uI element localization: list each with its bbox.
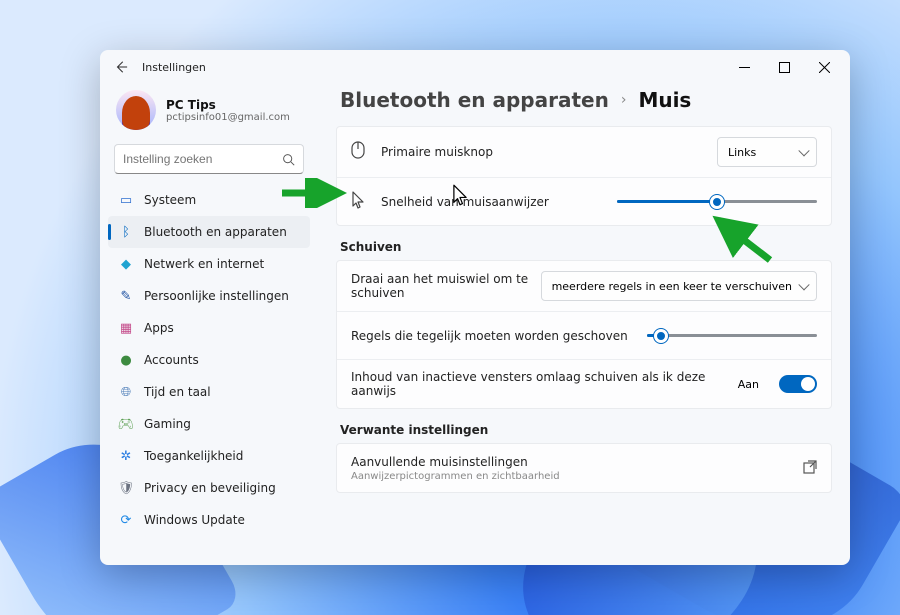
sidebar-item-accessibility[interactable]: ✲Toegankelijkheid — [108, 440, 310, 472]
open-external-icon — [803, 459, 817, 478]
row-pointer-speed: Snelheid van muisaanwijzer — [337, 177, 831, 225]
titlebar: Instellingen — [100, 50, 850, 84]
search-box[interactable] — [114, 144, 304, 174]
brush-icon: ✎ — [118, 288, 134, 304]
breadcrumb: Bluetooth en apparaten › Muis — [336, 88, 832, 112]
sidebar: PC Tips pctipsinfo01@gmail.com ▭Systeem … — [100, 84, 318, 565]
user-name: PC Tips — [166, 98, 290, 112]
profile[interactable]: PC Tips pctipsinfo01@gmail.com — [108, 84, 310, 144]
search-icon — [282, 153, 295, 166]
shield-icon: 🛡︎ — [118, 480, 134, 496]
back-button[interactable] — [110, 56, 132, 78]
sidebar-item-time[interactable]: 🌐︎Tijd en taal — [108, 376, 310, 408]
window-title: Instellingen — [142, 61, 206, 74]
sidebar-item-privacy[interactable]: 🛡︎Privacy en beveiliging — [108, 472, 310, 504]
sidebar-item-bluetooth[interactable]: ᛒBluetooth en apparaten — [108, 216, 310, 248]
row-inactive-scroll: Inhoud van inactieve vensters omlaag sch… — [337, 359, 831, 408]
bluetooth-icon: ᛒ — [118, 224, 134, 240]
primary-button-dropdown[interactable]: Links — [717, 137, 817, 167]
update-icon: ⟳ — [118, 512, 134, 528]
sidebar-item-accounts[interactable]: ●Accounts — [108, 344, 310, 376]
section-related: Verwante instellingen — [340, 423, 832, 437]
person-icon: ● — [118, 352, 134, 368]
scroll-mode-dropdown[interactable]: meerdere regels in een keer te verschuiv… — [541, 271, 817, 301]
wifi-icon: ◆ — [118, 256, 134, 272]
section-scrolling: Schuiven — [340, 240, 832, 254]
settings-window: Instellingen PC Tips pctipsinfo01@gmail.… — [100, 50, 850, 565]
search-input[interactable] — [123, 152, 282, 166]
scroll-lines-slider[interactable] — [647, 328, 817, 344]
row-scroll-mode: Draai aan het muiswiel om te schuiven me… — [337, 261, 831, 311]
sidebar-item-network[interactable]: ◆Netwerk en internet — [108, 248, 310, 280]
globe-icon: 🌐︎ — [118, 384, 134, 400]
avatar — [116, 90, 156, 130]
row-primary-button: Primaire muisknop Links — [337, 127, 831, 177]
gamepad-icon: 🎮︎ — [118, 416, 134, 432]
row-additional-settings[interactable]: Aanvullende muisinstellingen Aanwijzerpi… — [337, 444, 831, 492]
row-scroll-lines: Regels die tegelijk moeten worden gescho… — [337, 311, 831, 359]
inactive-scroll-toggle[interactable] — [779, 375, 817, 393]
sidebar-item-personalization[interactable]: ✎Persoonlijke instellingen — [108, 280, 310, 312]
close-button[interactable] — [804, 53, 844, 81]
breadcrumb-parent[interactable]: Bluetooth en apparaten — [340, 88, 609, 112]
sidebar-item-update[interactable]: ⟳Windows Update — [108, 504, 310, 536]
pointer-speed-slider[interactable] — [617, 194, 817, 210]
display-icon: ▭ — [118, 192, 134, 208]
sidebar-item-apps[interactable]: ▦Apps — [108, 312, 310, 344]
cursor-icon — [351, 191, 369, 213]
user-email: pctipsinfo01@gmail.com — [166, 112, 290, 123]
apps-icon: ▦ — [118, 320, 134, 336]
main-content: Bluetooth en apparaten › Muis Primaire m… — [318, 84, 850, 565]
page-title: Muis — [638, 88, 691, 112]
sidebar-nav: ▭Systeem ᛒBluetooth en apparaten ◆Netwer… — [108, 184, 310, 536]
maximize-button[interactable] — [764, 53, 804, 81]
chevron-right-icon: › — [621, 92, 627, 108]
accessibility-icon: ✲ — [118, 448, 134, 464]
minimize-button[interactable] — [724, 53, 764, 81]
sidebar-item-system[interactable]: ▭Systeem — [108, 184, 310, 216]
mouse-icon — [351, 141, 369, 163]
cursor-annotation — [452, 184, 468, 210]
sidebar-item-gaming[interactable]: 🎮︎Gaming — [108, 408, 310, 440]
